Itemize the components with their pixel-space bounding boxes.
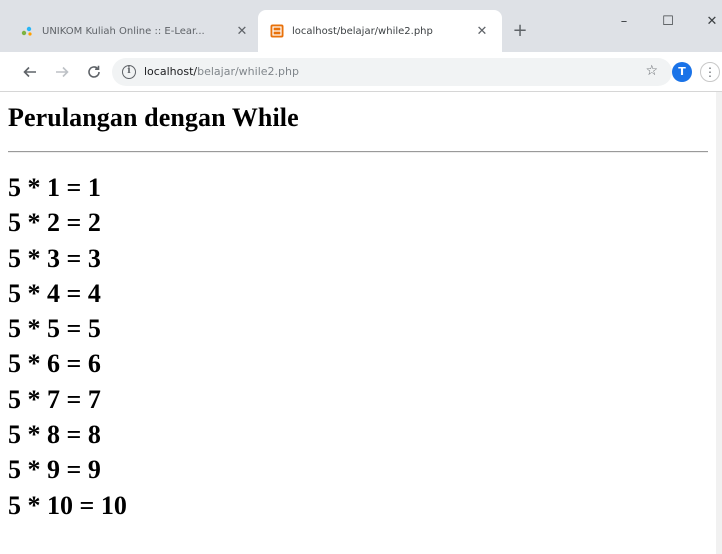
site-info-icon[interactable]: i bbox=[122, 65, 136, 79]
menu-dots-icon[interactable]: ⋮ bbox=[700, 62, 720, 82]
result-line: 5 * 7 = 7 bbox=[8, 384, 101, 414]
page-content: Perulangan dengan While 5 * 1 = 1 5 * 2 … bbox=[0, 92, 722, 554]
new-tab-button[interactable]: + bbox=[508, 20, 532, 44]
close-tab-icon[interactable]: ✕ bbox=[232, 24, 252, 39]
address-url[interactable]: localhost/belajar/while2.php bbox=[144, 65, 299, 78]
scrollbar[interactable] bbox=[716, 92, 722, 554]
url-path: belajar/while2.php bbox=[197, 65, 299, 78]
minimize-button[interactable]: – bbox=[602, 8, 646, 36]
bookmark-star-icon[interactable]: ☆ bbox=[645, 63, 658, 79]
result-line: 5 * 1 = 1 bbox=[8, 173, 101, 202]
forward-arrow-icon[interactable] bbox=[50, 60, 74, 84]
tab-title: UNIKOM Kuliah Online :: E-Lear... bbox=[42, 25, 205, 37]
close-tab-icon[interactable]: ✕ bbox=[472, 24, 492, 39]
profile-avatar[interactable]: T bbox=[672, 62, 692, 82]
back-arrow-icon[interactable] bbox=[18, 60, 42, 84]
result-line: 5 * 8 = 8 bbox=[8, 420, 101, 450]
address-bar[interactable]: i localhost/belajar/while2.php ☆ bbox=[112, 58, 672, 86]
result-line: 5 * 5 = 5 bbox=[8, 314, 101, 344]
results-list: 5 * 1 = 1 5 * 2 = 2 5 * 3 = 3 5 * 4 = 4 … bbox=[8, 170, 127, 523]
close-window-button[interactable]: ✕ bbox=[690, 8, 722, 36]
result-line: 5 * 9 = 9 bbox=[8, 455, 101, 485]
tab-title: localhost/belajar/while2.php bbox=[292, 25, 433, 37]
result-line: 5 * 2 = 2 bbox=[8, 208, 101, 238]
maximize-button[interactable]: ☐ bbox=[646, 8, 690, 36]
horizontal-rule bbox=[8, 151, 708, 153]
tab-unikom[interactable]: UNIKOM Kuliah Online :: E-Lear... ✕ bbox=[8, 10, 256, 52]
browser-toolbar: i localhost/belajar/while2.php ☆ T ⋮ bbox=[0, 52, 722, 92]
tab-while2[interactable]: localhost/belajar/while2.php ✕ bbox=[258, 10, 502, 52]
page-title: Perulangan dengan While bbox=[8, 103, 299, 132]
unikom-favicon-icon bbox=[20, 24, 34, 38]
reload-icon[interactable] bbox=[82, 60, 106, 84]
tab-strip: UNIKOM Kuliah Online :: E-Lear... ✕ loca… bbox=[0, 0, 722, 52]
page-favicon-icon bbox=[270, 24, 284, 38]
result-line: 5 * 6 = 6 bbox=[8, 349, 101, 379]
result-line: 5 * 4 = 4 bbox=[8, 278, 101, 308]
result-line: 5 * 3 = 3 bbox=[8, 243, 101, 273]
url-host: localhost/ bbox=[144, 65, 198, 78]
result-line: 5 * 10 = 10 bbox=[8, 490, 127, 520]
